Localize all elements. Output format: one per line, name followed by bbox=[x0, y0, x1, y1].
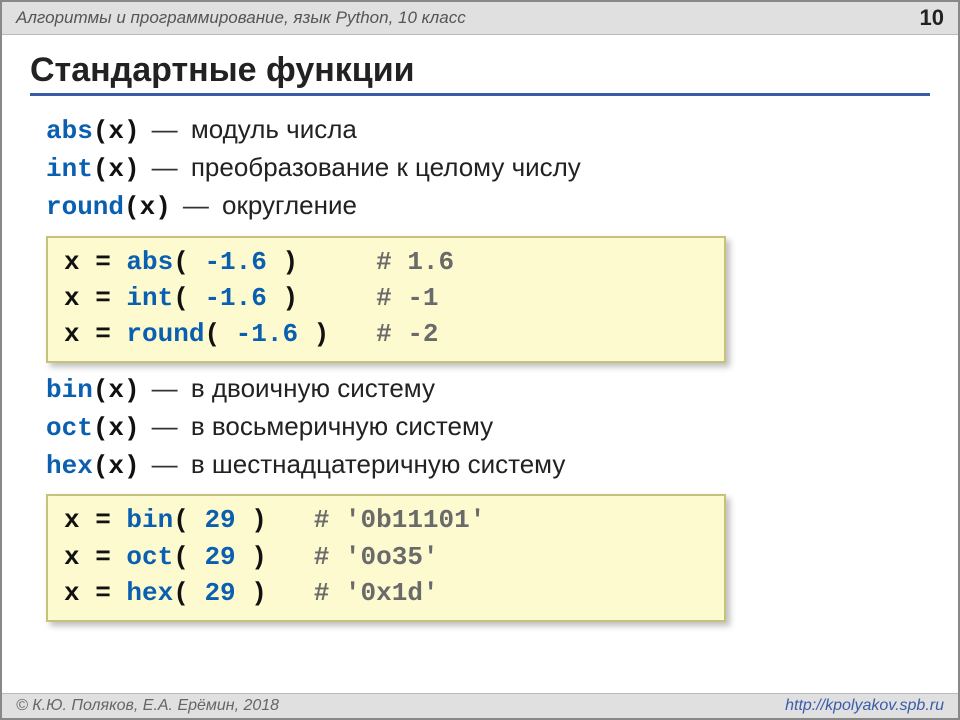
definitions-block-1: abs(x)— модуль числаint(x)— преобразован… bbox=[46, 112, 914, 226]
code-function: bin bbox=[126, 505, 173, 535]
definition-text: преобразование к целому числу bbox=[184, 152, 581, 182]
code-line: x = int( -1.6 ) # -1 bbox=[64, 280, 708, 316]
definition-row: round(x) — округление bbox=[46, 188, 914, 226]
code-comment: # '0o35' bbox=[314, 542, 439, 572]
definition-row: bin(x) — в двоичную систему bbox=[46, 371, 914, 409]
top-bar: Алгоритмы и программирование, язык Pytho… bbox=[2, 2, 958, 35]
code-assign: x = bbox=[64, 542, 126, 572]
code-function: hex bbox=[126, 578, 173, 608]
bottom-bar: © К.Ю. Поляков, Е.А. Ерёмин, 2018 http:/… bbox=[2, 693, 958, 718]
function-name: bin bbox=[46, 375, 93, 405]
code-args: ( -1.6 ) bbox=[173, 283, 298, 313]
code-comment: # '0x1d' bbox=[314, 578, 439, 608]
code-function: round bbox=[126, 319, 204, 349]
content: abs(x)— модуль числаint(x)— преобразован… bbox=[2, 102, 958, 622]
definition-text: в шестнадцатеричную систему bbox=[184, 449, 566, 479]
code-function: int bbox=[126, 283, 173, 313]
definition-text: округление bbox=[215, 190, 357, 220]
function-name: oct bbox=[46, 413, 93, 443]
code-line: x = oct( 29 ) # '0o35' bbox=[64, 539, 708, 575]
code-assign: x = bbox=[64, 247, 126, 277]
code-function: abs bbox=[126, 247, 173, 277]
function-name: int bbox=[46, 154, 93, 184]
code-args: ( 29 ) bbox=[173, 505, 267, 535]
code-function: oct bbox=[126, 542, 173, 572]
code-pad bbox=[298, 247, 376, 277]
code-args: ( -1.6 ) bbox=[204, 319, 329, 349]
code-line: x = abs( -1.6 ) # 1.6 bbox=[64, 244, 708, 280]
em-dash: — bbox=[152, 449, 178, 479]
footer-url: http://kpolyakov.spb.ru bbox=[785, 697, 944, 715]
definitions-block-2: bin(x)— в двоичную системуoct(x)— в вось… bbox=[46, 371, 914, 485]
code-comment: # -1 bbox=[376, 283, 438, 313]
em-dash: — bbox=[152, 373, 178, 403]
code-args: ( -1.6 ) bbox=[173, 247, 298, 277]
code-line: x = round( -1.6 ) # -2 bbox=[64, 316, 708, 352]
definition-text: в восьмеричную систему bbox=[184, 411, 494, 441]
code-box-2: x = bin( 29 ) # '0b11101'x = oct( 29 ) #… bbox=[46, 494, 726, 621]
function-args: (x) bbox=[93, 413, 140, 443]
code-pad bbox=[298, 283, 376, 313]
copyright-text: © К.Ю. Поляков, Е.А. Ерёмин, 2018 bbox=[16, 697, 279, 715]
code-comment: # '0b11101' bbox=[314, 505, 486, 535]
definition-text: в двоичную систему bbox=[184, 373, 435, 403]
code-assign: x = bbox=[64, 578, 126, 608]
code-comment: # -2 bbox=[376, 319, 438, 349]
function-name: hex bbox=[46, 451, 93, 481]
page-number: 10 bbox=[920, 5, 944, 31]
code-args: ( 29 ) bbox=[173, 542, 267, 572]
code-line: x = hex( 29 ) # '0x1d' bbox=[64, 575, 708, 611]
function-args: (x) bbox=[93, 116, 140, 146]
em-dash: — bbox=[152, 152, 178, 182]
code-pad bbox=[267, 505, 314, 535]
subject-text: Алгоритмы и программирование, язык Pytho… bbox=[16, 8, 466, 28]
code-line: x = bin( 29 ) # '0b11101' bbox=[64, 502, 708, 538]
definition-row: hex(x) — в шестнадцатеричную систему bbox=[46, 447, 914, 485]
function-args: (x) bbox=[93, 154, 140, 184]
definition-row: abs(x) — модуль числа bbox=[46, 112, 914, 150]
code-comment: # 1.6 bbox=[376, 247, 454, 277]
definition-row: int(x) — преобразование к целому числу bbox=[46, 150, 914, 188]
em-dash: — bbox=[152, 114, 178, 144]
em-dash: — bbox=[152, 411, 178, 441]
code-assign: x = bbox=[64, 319, 126, 349]
code-box-1: x = abs( -1.6 ) # 1.6x = int( -1.6 ) # -… bbox=[46, 236, 726, 363]
code-pad bbox=[267, 542, 314, 572]
function-name: round bbox=[46, 192, 124, 222]
function-args: (x) bbox=[93, 451, 140, 481]
em-dash: — bbox=[183, 190, 209, 220]
definition-text: модуль числа bbox=[184, 114, 357, 144]
definition-row: oct(x) — в восьмеричную систему bbox=[46, 409, 914, 447]
code-pad bbox=[267, 578, 314, 608]
code-args: ( 29 ) bbox=[173, 578, 267, 608]
slide-title: Стандартные функции bbox=[30, 51, 930, 96]
slide: Алгоритмы и программирование, язык Pytho… bbox=[0, 0, 960, 720]
code-assign: x = bbox=[64, 283, 126, 313]
code-pad bbox=[329, 319, 376, 349]
function-name: abs bbox=[46, 116, 93, 146]
function-args: (x) bbox=[93, 375, 140, 405]
function-args: (x) bbox=[124, 192, 171, 222]
code-assign: x = bbox=[64, 505, 126, 535]
